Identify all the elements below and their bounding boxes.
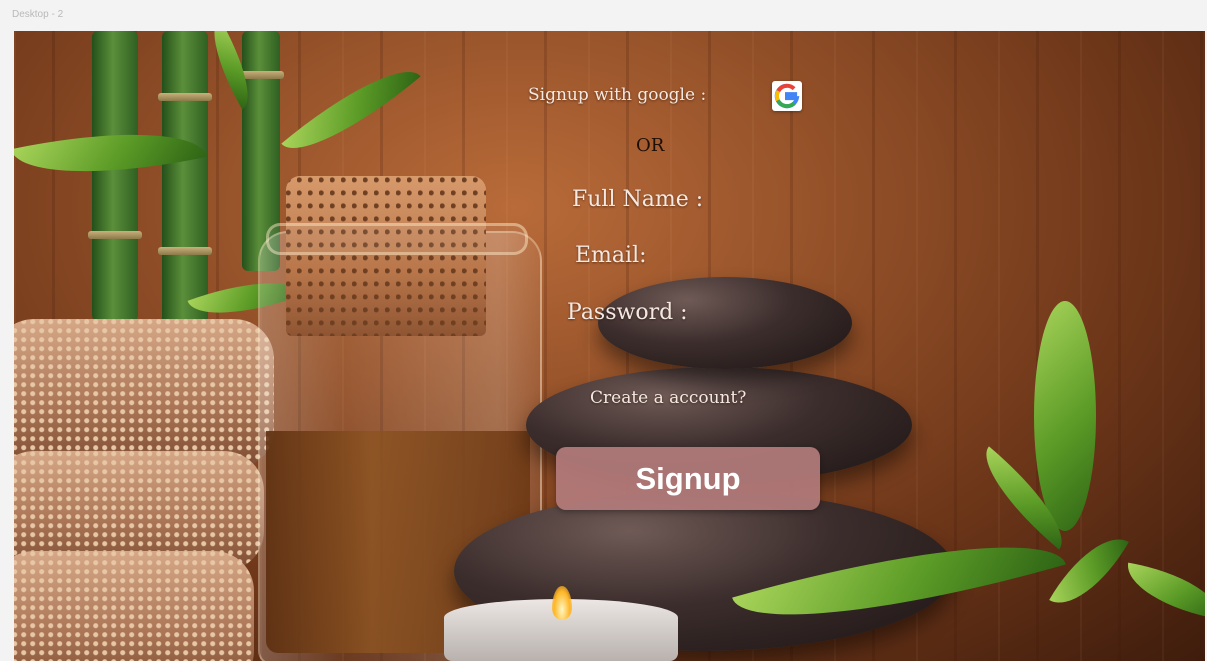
signup-canvas: Signup with google : OR Full Name : Emai…: [14, 31, 1205, 661]
email-input[interactable]: [669, 244, 933, 272]
full-name-input[interactable]: [734, 188, 968, 216]
signup-button[interactable]: Signup: [556, 447, 820, 510]
leaf-decoration: [1034, 301, 1096, 531]
full-name-label: Full Name :: [572, 187, 704, 212]
google-signup-label: Signup with google :: [528, 85, 707, 105]
google-signup-button[interactable]: [772, 81, 802, 111]
password-label: Password :: [567, 300, 688, 325]
google-icon: [774, 83, 800, 109]
frame-label: Desktop - 2: [12, 9, 64, 20]
towel-decoration: [14, 319, 274, 469]
jar-neck-decoration: [266, 223, 528, 255]
cork-decoration: [286, 176, 486, 336]
password-input[interactable]: [724, 301, 958, 329]
towel-decoration: [14, 551, 254, 661]
bamboo-decoration: [88, 31, 142, 321]
bamboo-decoration: [158, 31, 212, 331]
email-label: Email:: [575, 243, 647, 268]
or-separator: OR: [636, 135, 665, 156]
create-account-link[interactable]: Create a account?: [590, 388, 746, 408]
